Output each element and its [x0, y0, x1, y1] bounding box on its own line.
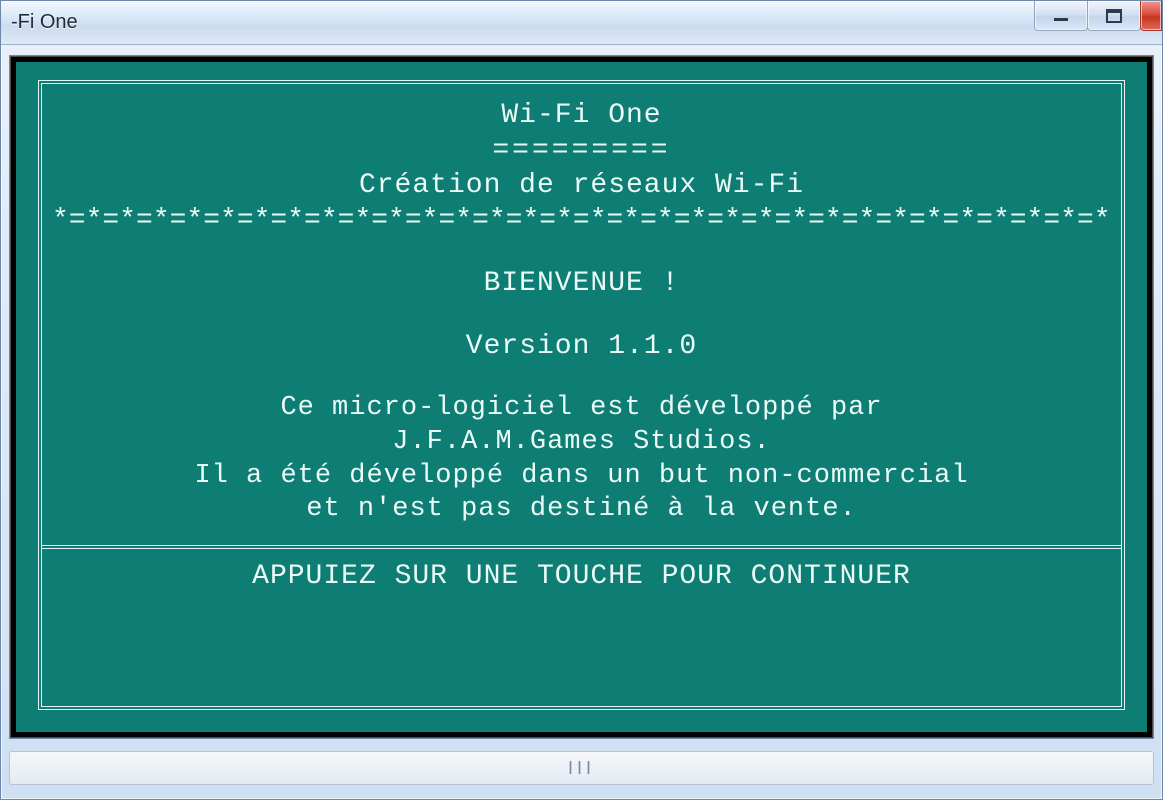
client-area: Wi-Fi One ========= Création de réseaux …	[9, 55, 1154, 739]
window-controls	[1035, 1, 1162, 35]
maximize-icon	[1105, 9, 1123, 23]
minimize-icon	[1052, 9, 1070, 23]
spacer	[52, 364, 1111, 392]
minimize-button[interactable]	[1034, 1, 1088, 31]
body-line: Il a été développé dans un but non-comme…	[52, 460, 1111, 494]
close-button[interactable]	[1140, 1, 1162, 31]
rule-equals: =========	[52, 133, 1111, 168]
app-subtitle: Création de réseaux Wi-Fi	[52, 168, 1111, 203]
console-background[interactable]: Wi-Fi One ========= Création de réseaux …	[16, 62, 1147, 732]
scrollbar-grip-icon: III	[568, 758, 595, 779]
divider	[42, 545, 1121, 549]
spacer	[52, 301, 1111, 329]
body-line: Ce micro-logiciel est développé par	[52, 392, 1111, 426]
version-text: Version 1.1.0	[52, 329, 1111, 364]
welcome-text: BIENVENUE !	[52, 266, 1111, 301]
press-key-prompt: APPUIEZ SUR UNE TOUCHE POUR CONTINUER	[52, 559, 1111, 594]
console-frame: Wi-Fi One ========= Création de réseaux …	[38, 80, 1125, 710]
body-line: J.F.A.M.Games Studios.	[52, 426, 1111, 460]
app-name: Wi-Fi One	[52, 98, 1111, 133]
horizontal-scrollbar[interactable]: III	[9, 751, 1154, 785]
window-title: -Fi One	[7, 11, 78, 34]
body-line: et n'est pas destiné à la vente.	[52, 493, 1111, 527]
spacer	[52, 238, 1111, 266]
rule-pattern: *=*=*=*=*=*=*=*=*=*=*=*=*=*=*=*=*=*=*=*=…	[52, 203, 1111, 238]
titlebar[interactable]: -Fi One	[1, 1, 1162, 45]
app-window: -Fi One Wi-Fi One ========= Création de …	[0, 0, 1163, 800]
maximize-button[interactable]	[1087, 1, 1141, 31]
